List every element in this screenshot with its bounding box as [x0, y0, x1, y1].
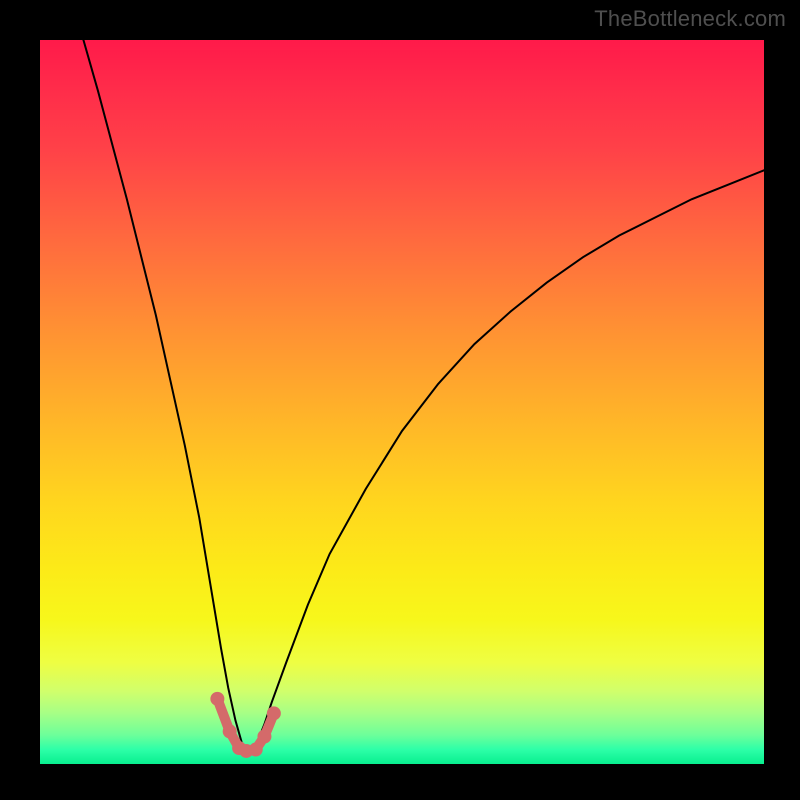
- highlight-dot: [267, 706, 281, 720]
- highlight-layer: [40, 40, 764, 764]
- highlight-dot: [210, 692, 224, 706]
- outer-frame: TheBottleneck.com: [0, 0, 800, 800]
- watermark-text: TheBottleneck.com: [594, 6, 786, 32]
- plot-area: [40, 40, 764, 764]
- highlight-dot: [257, 729, 271, 743]
- highlight-dot: [249, 743, 263, 757]
- highlight-dot: [223, 724, 237, 738]
